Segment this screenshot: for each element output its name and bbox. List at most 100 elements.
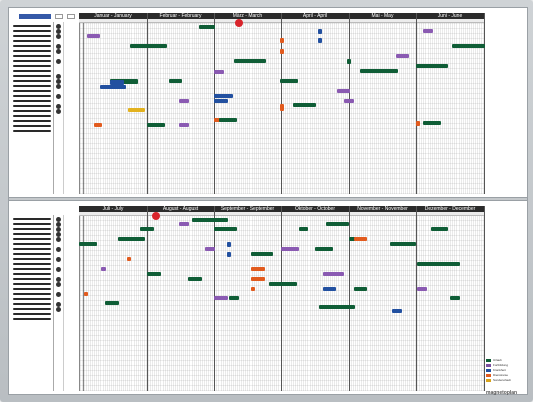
name-card[interactable] <box>13 105 51 107</box>
name-card[interactable] <box>13 110 51 112</box>
magnet-green[interactable] <box>431 227 448 231</box>
magnet-green[interactable] <box>251 252 273 256</box>
name-card[interactable] <box>13 223 51 225</box>
magnet-green[interactable] <box>229 296 239 300</box>
magnet-green[interactable] <box>188 277 202 281</box>
magnet-green[interactable] <box>269 282 297 286</box>
magnet-green[interactable] <box>130 44 167 48</box>
pin-magnet[interactable] <box>56 59 61 64</box>
magnet-green[interactable] <box>169 79 182 83</box>
name-card[interactable] <box>13 50 51 52</box>
name-card[interactable] <box>13 25 51 27</box>
pin-magnet[interactable] <box>56 292 61 297</box>
name-card[interactable] <box>13 253 51 255</box>
magnet-orange[interactable] <box>280 38 284 43</box>
magnet-green[interactable] <box>299 227 308 231</box>
magnet-purple[interactable] <box>214 296 228 300</box>
name-card[interactable] <box>13 293 51 295</box>
name-card[interactable] <box>13 80 51 82</box>
magnet-orange[interactable] <box>354 237 367 241</box>
magnet-green[interactable] <box>319 305 355 309</box>
magnet-orange[interactable] <box>84 292 88 296</box>
holiday-marker[interactable] <box>235 19 243 27</box>
magnet-green[interactable] <box>280 79 298 83</box>
pin-magnet[interactable] <box>56 109 61 114</box>
magnet-orange[interactable] <box>127 257 131 261</box>
magnet-orange[interactable] <box>94 123 102 127</box>
name-card[interactable] <box>13 35 51 37</box>
name-card[interactable] <box>13 308 51 310</box>
magnet-green[interactable] <box>234 59 266 63</box>
name-card[interactable] <box>13 75 51 77</box>
magnet-green[interactable] <box>79 242 97 246</box>
magnet-green[interactable] <box>105 301 119 305</box>
magnet-green[interactable] <box>192 218 228 222</box>
pin-magnet[interactable] <box>56 84 61 89</box>
magnet-purple[interactable] <box>423 29 433 33</box>
name-card[interactable] <box>13 85 51 87</box>
magnet-blue[interactable] <box>318 38 322 43</box>
name-card[interactable] <box>13 278 51 280</box>
name-card[interactable] <box>13 318 51 320</box>
name-card[interactable] <box>13 40 51 42</box>
magnet-green[interactable] <box>360 69 398 73</box>
name-card[interactable] <box>13 268 51 270</box>
name-card[interactable] <box>13 90 51 92</box>
name-card[interactable] <box>13 233 51 235</box>
name-card[interactable] <box>13 30 51 32</box>
magnet-green[interactable] <box>147 123 165 127</box>
name-card[interactable] <box>13 100 51 102</box>
magnet-orange[interactable] <box>280 104 284 111</box>
magnet-blue[interactable] <box>227 252 231 257</box>
magnet-orange[interactable] <box>416 121 420 126</box>
pin-magnet[interactable] <box>56 282 61 287</box>
pin-magnet[interactable] <box>56 257 61 262</box>
name-card[interactable] <box>13 218 51 220</box>
name-card[interactable] <box>13 283 51 285</box>
magnet-green[interactable] <box>354 287 367 291</box>
name-card[interactable] <box>13 60 51 62</box>
name-card[interactable] <box>13 65 51 67</box>
name-card[interactable] <box>13 120 51 122</box>
magnet-green[interactable] <box>417 262 460 266</box>
pin-magnet[interactable] <box>56 94 61 99</box>
magnet-orange[interactable] <box>251 277 265 281</box>
magnet-green[interactable] <box>118 237 145 241</box>
magnet-green[interactable] <box>147 272 161 276</box>
magnet-green[interactable] <box>326 222 349 226</box>
magnet-orange[interactable] <box>280 49 284 54</box>
magnet-orange[interactable] <box>251 267 265 271</box>
magnet-green[interactable] <box>315 247 333 251</box>
magnet-purple[interactable] <box>101 267 106 271</box>
magnet-green[interactable] <box>199 25 215 29</box>
magnet-blue[interactable] <box>214 94 233 98</box>
name-card[interactable] <box>13 313 51 315</box>
magnet-green[interactable] <box>140 227 154 231</box>
magnet-purple[interactable] <box>323 272 344 276</box>
magnet-purple[interactable] <box>205 247 215 251</box>
name-card[interactable] <box>13 55 51 57</box>
name-card[interactable] <box>13 238 51 240</box>
name-card[interactable] <box>13 303 51 305</box>
magnet-green[interactable] <box>347 59 351 64</box>
name-card[interactable] <box>13 243 51 245</box>
magnet-purple[interactable] <box>179 123 189 127</box>
magnet-purple[interactable] <box>281 247 299 251</box>
name-card[interactable] <box>13 298 51 300</box>
magnet-purple[interactable] <box>396 54 409 58</box>
magnet-blue[interactable] <box>318 29 322 34</box>
magnet-blue[interactable] <box>227 242 231 247</box>
pin-magnet[interactable] <box>56 237 61 242</box>
magnet-blue[interactable] <box>323 287 336 291</box>
name-card[interactable] <box>13 130 51 132</box>
name-card[interactable] <box>13 228 51 230</box>
magnet-purple[interactable] <box>214 70 224 74</box>
pin-magnet[interactable] <box>56 247 61 252</box>
magnet-purple[interactable] <box>179 222 189 226</box>
magnet-green[interactable] <box>452 44 485 48</box>
name-card[interactable] <box>13 248 51 250</box>
magnet-orange[interactable] <box>251 287 255 291</box>
magnet-purple[interactable] <box>87 34 100 38</box>
pin-magnet[interactable] <box>56 267 61 272</box>
magnet-purple[interactable] <box>417 287 427 291</box>
